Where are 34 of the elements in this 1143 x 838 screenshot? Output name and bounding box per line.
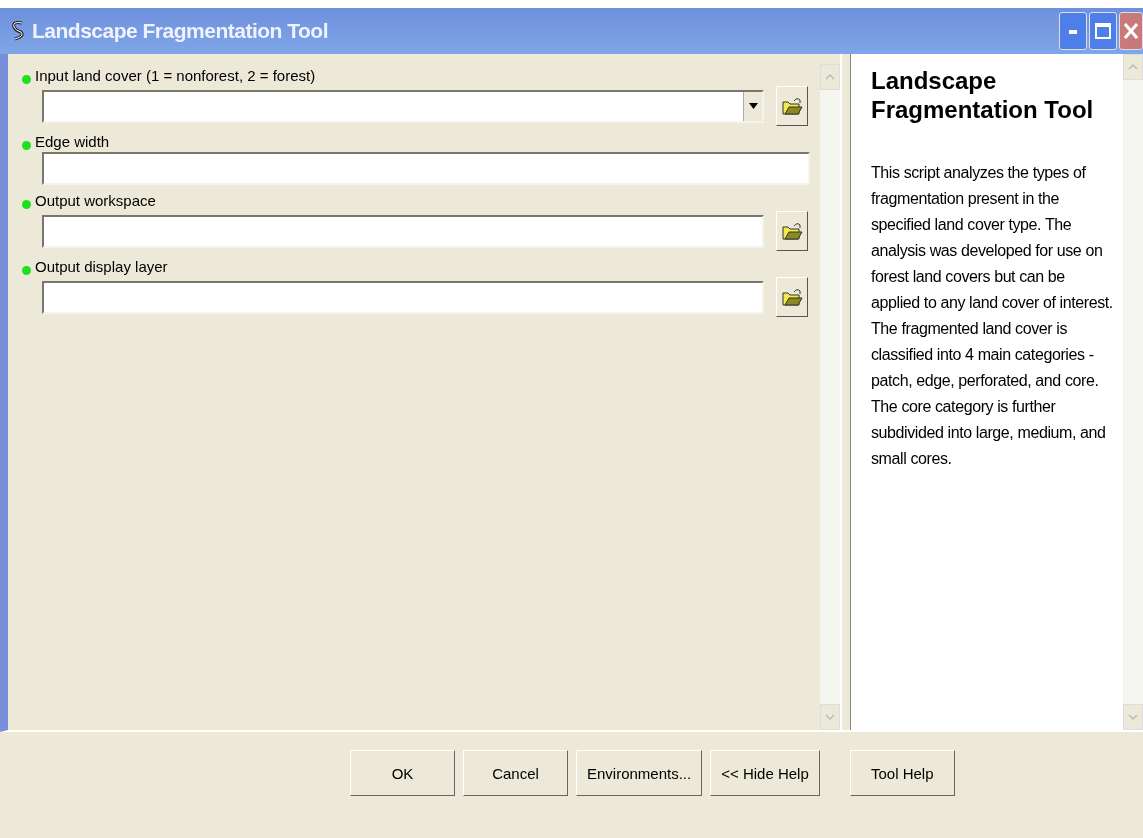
folder-icon [781,221,803,241]
input-field[interactable] [42,214,764,248]
close-icon [1124,23,1138,39]
browse-button[interactable] [776,277,808,317]
field-label: Edge width [35,132,110,150]
minimize-button[interactable] [1059,12,1087,50]
required-dot-icon [22,74,31,84]
browse-button[interactable] [776,86,808,126]
folder-icon [781,96,803,116]
browse-button[interactable] [776,211,808,251]
input-field[interactable] [42,152,810,185]
window-title: Landscape Fragmentation Tool [32,19,329,43]
dialog-button[interactable]: << Hide Help [710,750,820,796]
dialog-button[interactable]: OK [350,750,455,796]
dropdown-arrow-icon[interactable] [748,103,758,109]
input-field[interactable] [42,280,764,314]
required-dot-icon [22,140,31,150]
field-label: Input land cover (1 = nonforest, 2 = forest) [35,66,316,84]
dropdown-field[interactable] [42,89,764,123]
maximize-button[interactable] [1089,12,1117,50]
minimize-icon [1069,28,1077,34]
required-dot-icon [22,265,31,275]
script-icon [10,20,26,42]
dialog-button[interactable]: Environments... [576,750,703,796]
close-button[interactable] [1119,12,1143,50]
maximize-icon [1095,23,1111,39]
help-text: This script analyzes the types of fragmentation present in the specified land cover type. The analysis was developed for use on forest land covers but can be applied to any land cover of interest. The fragmented land cover is classified into 4 main categories - patch, edge, perforated, and core. The core category is further subdivided into large, medium, and small cores. [871,163,1114,469]
dialog-button[interactable]: Tool Help [849,750,955,796]
field-label: Output display layer [35,257,168,275]
field-label: Output workspace [35,191,156,209]
dialog-button[interactable]: Cancel [463,750,568,796]
required-dot-icon [22,199,31,209]
help-title: Landscape Fragmentation Tool [871,66,1095,124]
folder-icon [781,287,803,307]
